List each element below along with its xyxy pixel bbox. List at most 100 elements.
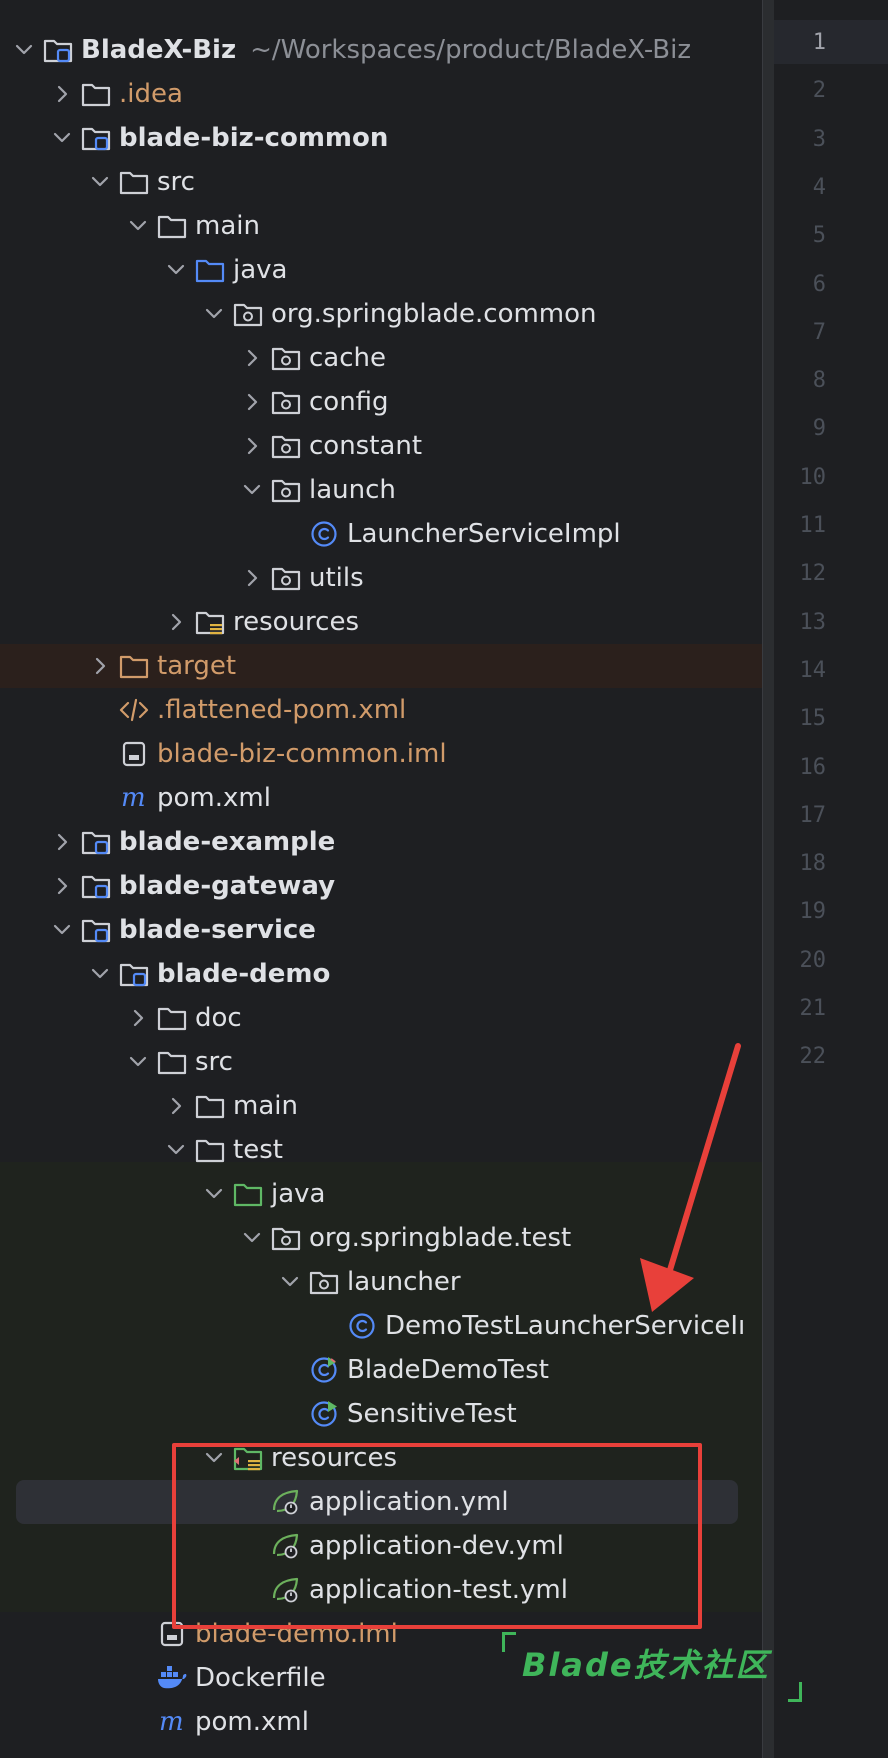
tree-row[interactable]: resources bbox=[0, 600, 762, 644]
package-icon bbox=[271, 476, 301, 504]
tree-row[interactable]: BladeX-Biz ~/Workspaces/product/BladeX-Bi… bbox=[0, 28, 762, 72]
tree-row-label: .idea bbox=[119, 79, 183, 109]
tree-row-label: pom.xml bbox=[195, 1707, 309, 1737]
docker-icon bbox=[157, 1664, 187, 1692]
tree-row-label: main bbox=[233, 1091, 298, 1121]
tree-row[interactable]: doc bbox=[0, 996, 762, 1040]
package-icon bbox=[271, 564, 301, 592]
line-number: 1 bbox=[812, 30, 826, 55]
tree-row[interactable]: launcher bbox=[0, 1260, 762, 1304]
chevron-right-icon[interactable] bbox=[43, 820, 81, 864]
tree-row[interactable]: m pom.xml bbox=[0, 1700, 762, 1744]
tree-row[interactable]: org.springblade.test bbox=[0, 1216, 762, 1260]
package-icon bbox=[271, 388, 301, 416]
module-folder-icon bbox=[43, 36, 73, 64]
line-number: 6 bbox=[812, 271, 826, 297]
chevron-right-icon[interactable] bbox=[233, 336, 271, 380]
chevron-down-icon[interactable] bbox=[81, 952, 119, 996]
line-number: 22 bbox=[799, 1044, 827, 1070]
tree-row[interactable]: constant bbox=[0, 424, 762, 468]
chevron-down-icon[interactable] bbox=[5, 28, 43, 72]
chevron-down-icon[interactable] bbox=[43, 116, 81, 160]
line-number: 21 bbox=[799, 996, 827, 1021]
chevron-down-icon[interactable] bbox=[157, 1128, 195, 1172]
chevron-down-icon[interactable] bbox=[157, 248, 195, 292]
svg-text:m: m bbox=[159, 1707, 184, 1737]
watermark: Blade技术社区 bbox=[502, 1632, 802, 1702]
tree-row[interactable]: blade-biz-common.iml bbox=[0, 732, 762, 776]
tree-row[interactable]: blade-biz-common bbox=[0, 116, 762, 160]
chevron-down-icon[interactable] bbox=[233, 468, 271, 512]
tree-row-label: BladeX-Biz bbox=[81, 35, 237, 65]
package-icon bbox=[271, 1224, 301, 1252]
tree-row[interactable]: LauncherServiceImpl bbox=[0, 512, 762, 556]
tree-row-label: cache bbox=[309, 343, 386, 373]
tree-row[interactable]: m pom.xml bbox=[0, 776, 762, 820]
folder-icon bbox=[157, 1048, 187, 1076]
tree-row[interactable]: utils bbox=[0, 556, 762, 600]
maven-icon: m bbox=[119, 783, 149, 813]
tree-row-label: resources bbox=[233, 607, 360, 637]
tree-row[interactable]: launch bbox=[0, 468, 762, 512]
chevron-right-icon[interactable] bbox=[43, 864, 81, 908]
module-folder-icon bbox=[81, 916, 111, 944]
chevron-down-icon[interactable] bbox=[195, 1172, 233, 1216]
tree-row[interactable]: .flattened-pom.xml bbox=[0, 688, 762, 732]
tree-row-label: launch bbox=[309, 475, 396, 505]
tree-row[interactable]: blade-service bbox=[0, 908, 762, 952]
chevron-down-icon[interactable] bbox=[195, 292, 233, 336]
tree-row[interactable]: SensitiveTest bbox=[0, 1392, 762, 1436]
line-number: 9 bbox=[812, 416, 826, 442]
tree-row[interactable]: BladeDemoTest bbox=[0, 1348, 762, 1392]
tree-row-label: java bbox=[271, 1179, 326, 1209]
tree-row[interactable]: java bbox=[0, 1172, 762, 1216]
chevron-right-icon[interactable] bbox=[233, 424, 271, 468]
tree-row[interactable]: src bbox=[0, 160, 762, 204]
chevron-down-icon[interactable] bbox=[81, 160, 119, 204]
class-icon bbox=[347, 1312, 377, 1340]
tree-row[interactable]: java bbox=[0, 248, 762, 292]
tree-row[interactable]: blade-demo bbox=[0, 952, 762, 996]
chevron-down-icon[interactable] bbox=[233, 1216, 271, 1260]
tree-row[interactable]: blade-gateway bbox=[0, 864, 762, 908]
chevron-down-icon[interactable] bbox=[271, 1260, 309, 1304]
package-icon bbox=[233, 300, 263, 328]
chevron-right-icon[interactable] bbox=[233, 380, 271, 424]
chevron-right-icon[interactable] bbox=[81, 644, 119, 688]
chevron-right-icon[interactable] bbox=[119, 996, 157, 1040]
tree-row[interactable]: org.springblade.common bbox=[0, 292, 762, 336]
package-icon bbox=[309, 1268, 339, 1296]
tree-row[interactable]: .idea bbox=[0, 72, 762, 116]
package-icon bbox=[271, 432, 301, 460]
tree-row[interactable]: main bbox=[0, 1084, 762, 1128]
line-number: 2 bbox=[812, 78, 826, 104]
tree-row[interactable]: DemoTestLauncherServiceIı bbox=[0, 1304, 762, 1348]
watermark-bracket-left bbox=[502, 1632, 516, 1652]
tree-row-label: blade-demo bbox=[157, 959, 331, 989]
module-folder-icon bbox=[81, 828, 111, 856]
tree-row-label: pom.xml bbox=[157, 783, 271, 813]
tree-row[interactable]: src bbox=[0, 1040, 762, 1084]
tree-row[interactable]: test bbox=[0, 1128, 762, 1172]
chevron-right-icon[interactable] bbox=[233, 556, 271, 600]
chevron-down-icon[interactable] bbox=[43, 908, 81, 952]
panel-divider[interactable] bbox=[762, 0, 774, 1758]
chevron-down-icon[interactable] bbox=[119, 204, 157, 248]
toolbar-strip bbox=[0, 0, 762, 10]
chevron-down-icon[interactable] bbox=[119, 1040, 157, 1084]
package-icon bbox=[271, 344, 301, 372]
chevron-right-icon[interactable] bbox=[157, 1084, 195, 1128]
tree-row[interactable]: target bbox=[0, 644, 762, 688]
line-number: 11 bbox=[799, 513, 827, 538]
tree-row[interactable]: config bbox=[0, 380, 762, 424]
tree-row[interactable]: main bbox=[0, 204, 762, 248]
chevron-right-icon[interactable] bbox=[157, 600, 195, 644]
tree-row[interactable]: cache bbox=[0, 336, 762, 380]
chevron-right-icon[interactable] bbox=[43, 72, 81, 116]
tree-row-label: SensitiveTest bbox=[347, 1399, 517, 1429]
tree-row[interactable]: blade-example bbox=[0, 820, 762, 864]
line-number: 16 bbox=[799, 754, 827, 780]
